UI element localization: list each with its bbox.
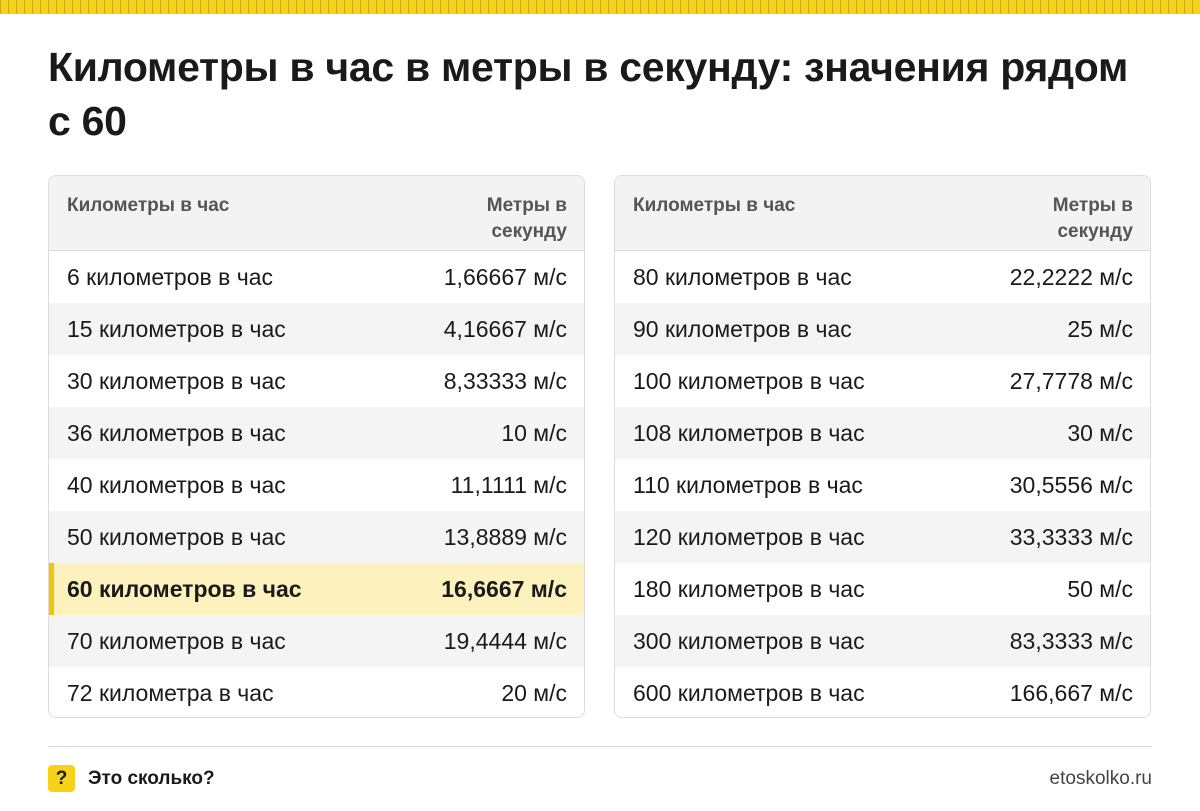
cell-ms: 30 м/с bbox=[1067, 419, 1133, 446]
cell-ms: 11,1111 м/с bbox=[450, 471, 567, 498]
table-row: 90 километров в час 25 м/с bbox=[615, 303, 1150, 355]
header-kmh: Километры в час bbox=[633, 195, 796, 216]
cell-kmh: 600 километров в час bbox=[633, 679, 865, 706]
table-body: 80 километров в час 22,2222 м/с 90 километ… bbox=[615, 251, 1150, 717]
cell-ms: 20 м/с bbox=[501, 679, 567, 706]
cell-ms: 83,3333 м/с bbox=[1009, 627, 1133, 654]
cell-ms: 19,4444 м/с bbox=[443, 627, 567, 654]
cell-ms: 27,7778 м/с bbox=[1009, 367, 1133, 394]
cell-kmh: 100 километров в час bbox=[633, 367, 865, 394]
cell-kmh: 120 километров в час bbox=[633, 523, 865, 550]
cell-kmh: 72 километра в час bbox=[67, 679, 274, 706]
page-title: Километры в час в метры в секунду: значе… bbox=[48, 44, 1128, 144]
cell-ms: 8,33333 м/с bbox=[443, 367, 567, 394]
table-row: 15 километров в час 4,16667 м/с bbox=[49, 303, 584, 355]
cell-kmh: 50 километров в час bbox=[67, 523, 286, 550]
cell-kmh: 70 километров в час bbox=[67, 627, 286, 654]
table-row: 50 километров в час 13,8889 м/с bbox=[49, 511, 584, 563]
cell-kmh: 30 километров в час bbox=[67, 367, 286, 394]
brand-name: Это сколько? bbox=[88, 768, 215, 789]
cell-ms: 16,6667 м/с bbox=[441, 575, 567, 602]
cell-kmh: 180 километров в час bbox=[633, 575, 865, 602]
table-row: 100 километров в час 27,7778 м/с bbox=[615, 355, 1150, 407]
table-row: 72 километра в час 20 м/с bbox=[49, 667, 584, 717]
table-row: 80 километров в час 22,2222 м/с bbox=[615, 251, 1150, 303]
header-ms: Метры в секунду bbox=[1052, 195, 1133, 242]
header-ms: Метры в секунду bbox=[486, 195, 567, 242]
cell-ms: 1,66667 м/с bbox=[443, 263, 567, 290]
table-row: 600 километров в час 166,667 м/с bbox=[615, 667, 1150, 717]
table-row: 40 километров в час 11,1111 м/с bbox=[49, 459, 584, 511]
cell-kmh: 90 километров в час bbox=[633, 315, 852, 342]
question-icon: ? bbox=[48, 765, 75, 792]
cell-ms: 4,16667 м/с bbox=[443, 315, 567, 342]
footer-divider bbox=[48, 746, 1152, 747]
table-header: Километры в час Метры в секунду bbox=[49, 176, 584, 251]
cell-kmh: 6 километров в час bbox=[67, 263, 274, 290]
table-row: 120 километров в час 33,3333 м/с bbox=[615, 511, 1150, 563]
cell-kmh: 300 километров в час bbox=[633, 627, 865, 654]
table-row: 30 километров в час 8,33333 м/с bbox=[49, 355, 584, 407]
cell-ms: 22,2222 м/с bbox=[1009, 263, 1133, 290]
table-row: 108 километров в час 30 м/с bbox=[615, 407, 1150, 459]
cell-kmh: 80 километров в час bbox=[633, 263, 852, 290]
cell-kmh: 40 километров в час bbox=[67, 471, 286, 498]
table-header: Километры в час Метры в секунду bbox=[615, 176, 1150, 251]
header-kmh: Километры в час bbox=[67, 195, 230, 216]
cell-ms: 30,5556 м/с bbox=[1009, 471, 1133, 498]
table-row: 180 километров в час 50 м/с bbox=[615, 563, 1150, 615]
conversion-table-right: Километры в час Метры в секунду 80 килом… bbox=[614, 175, 1151, 718]
table-row: 70 километров в час 19,4444 м/с bbox=[49, 615, 584, 667]
cell-ms: 10 м/с bbox=[501, 419, 567, 446]
cell-kmh: 108 километров в час bbox=[633, 419, 865, 446]
table-body: 6 километров в час 1,66667 м/с 15 километр… bbox=[49, 251, 584, 717]
cell-ms: 50 м/с bbox=[1067, 575, 1133, 602]
cell-kmh: 110 километров в час bbox=[633, 471, 863, 498]
cell-ms: 166,667 м/с bbox=[1009, 679, 1133, 706]
conversion-table-left: Километры в час Метры в секунду 6 киломе… bbox=[48, 175, 585, 718]
cell-ms: 25 м/с bbox=[1067, 315, 1133, 342]
cell-kmh: 60 километров в час bbox=[67, 575, 302, 602]
cell-ms: 33,3333 м/с bbox=[1009, 523, 1133, 550]
ruler-stripe bbox=[0, 0, 1200, 14]
table-row: 6 километров в час 1,66667 м/с bbox=[49, 251, 584, 303]
cell-kmh: 15 километров в час bbox=[67, 315, 286, 342]
site-link[interactable]: etoskolko.ru bbox=[1050, 765, 1152, 792]
table-row-highlighted: 60 километров в час 16,6667 м/с bbox=[49, 563, 584, 615]
table-row: 300 километров в час 83,3333 м/с bbox=[615, 615, 1150, 667]
cell-ms: 13,8889 м/с bbox=[443, 523, 567, 550]
table-row: 36 километров в час 10 м/с bbox=[49, 407, 584, 459]
cell-kmh: 36 километров в час bbox=[67, 419, 286, 446]
table-row: 110 километров в час 30,5556 м/с bbox=[615, 459, 1150, 511]
